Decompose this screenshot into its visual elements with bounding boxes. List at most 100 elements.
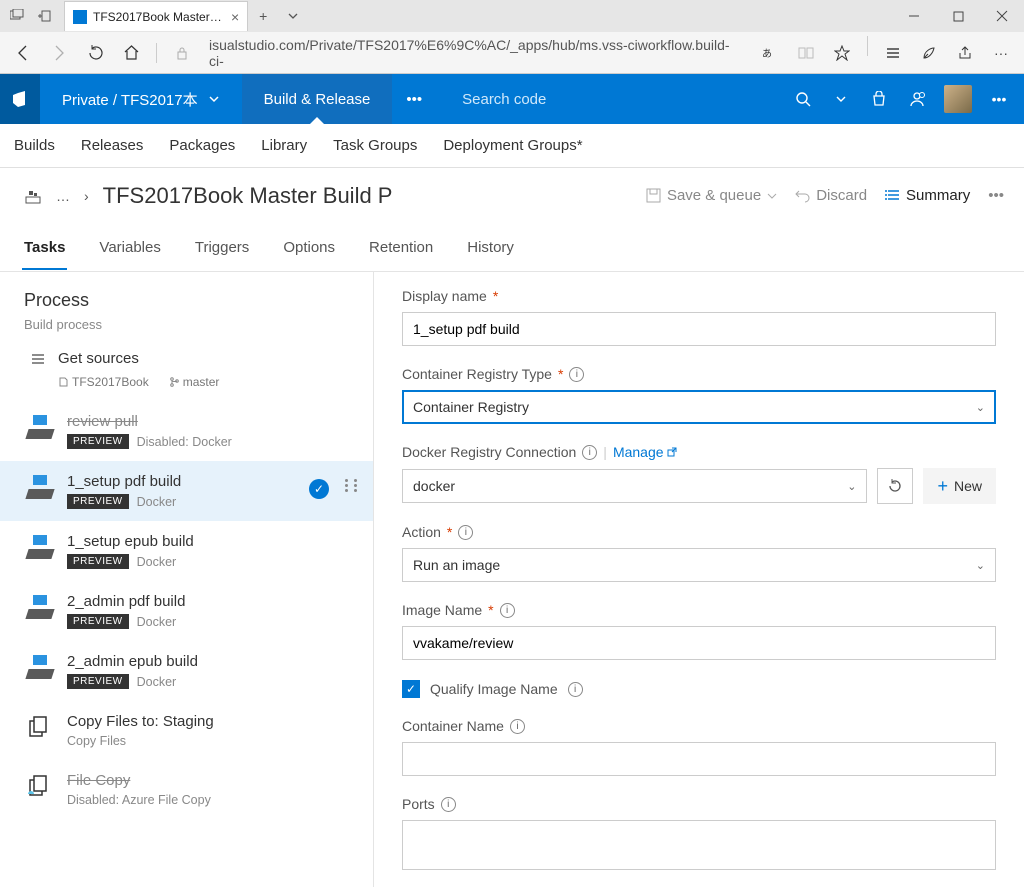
close-window-button[interactable] xyxy=(980,0,1024,32)
subnav-builds[interactable]: Builds xyxy=(14,137,55,154)
task-list-panel: Process Build process Get sources TFS201… xyxy=(0,272,374,887)
search-code-box[interactable] xyxy=(436,74,792,124)
tab-aside-icon[interactable] xyxy=(32,3,58,29)
project-breadcrumb[interactable]: Private / TFS2017本 xyxy=(40,74,242,124)
subnav-packages[interactable]: Packages xyxy=(169,137,235,154)
info-icon[interactable]: i xyxy=(500,603,515,618)
info-icon[interactable]: i xyxy=(441,797,456,812)
address-bar[interactable]: isualstudio.com/Private/TFS2017%E6%9C%AC… xyxy=(201,38,751,68)
task-item[interactable]: 1_setup pdf buildPREVIEWDocker✓ xyxy=(0,461,373,521)
home-button[interactable] xyxy=(114,36,148,70)
tab-history[interactable]: History xyxy=(465,227,516,268)
favorite-button[interactable] xyxy=(825,36,859,70)
field-qualify: ✓ Qualify Image Name i xyxy=(402,680,996,698)
task-item[interactable]: 1_setup epub buildPREVIEWDocker xyxy=(0,521,373,581)
info-icon[interactable]: i xyxy=(510,719,525,734)
nav-build-release[interactable]: Build & Release xyxy=(242,74,393,124)
search-chevron-icon[interactable] xyxy=(830,88,852,110)
registry-type-label: Container Registry Type xyxy=(402,366,552,382)
manage-link[interactable]: Manage xyxy=(613,444,677,460)
registry-type-select[interactable]: Container Registry ⌄ xyxy=(402,390,996,424)
person-icon[interactable] xyxy=(906,88,928,110)
tab-thumbs-icon[interactable] xyxy=(4,3,30,29)
subnav-deploymentgroups[interactable]: Deployment Groups* xyxy=(443,137,582,154)
app-more-icon[interactable]: ••• xyxy=(988,88,1010,110)
branch-badge: master xyxy=(169,375,220,389)
hub-button[interactable] xyxy=(876,36,910,70)
field-container-name: Container Name i xyxy=(402,718,996,776)
build-subnav: Builds Releases Packages Library Task Gr… xyxy=(0,124,1024,168)
field-image-name: Image Name * i xyxy=(402,602,996,660)
docker-icon xyxy=(27,475,55,499)
discard-button[interactable]: Discard xyxy=(795,187,867,204)
process-subtext: Build process xyxy=(24,317,349,332)
task-item[interactable]: 2_admin pdf buildPREVIEWDocker xyxy=(0,581,373,641)
tab-actions xyxy=(0,3,58,29)
subnav-taskgroups[interactable]: Task Groups xyxy=(333,137,417,154)
get-sources-node[interactable]: Get sources TFS2017Book master xyxy=(0,340,373,401)
process-heading: Process xyxy=(24,290,349,311)
user-avatar[interactable] xyxy=(944,85,972,113)
notes-button[interactable] xyxy=(912,36,946,70)
new-tab-button[interactable]: + xyxy=(248,8,278,24)
field-registry-type: Container Registry Type * i Container Re… xyxy=(402,366,996,424)
undo-icon xyxy=(795,188,810,203)
container-name-input[interactable] xyxy=(402,742,996,776)
tab-retention[interactable]: Retention xyxy=(367,227,435,268)
info-icon[interactable]: i xyxy=(568,682,583,697)
task-item[interactable]: Copy Files to: StagingCopy Files xyxy=(0,701,373,760)
share-button[interactable] xyxy=(948,36,982,70)
tab-menu-icon[interactable] xyxy=(278,10,308,22)
info-icon[interactable]: i xyxy=(569,367,584,382)
translate-icon[interactable]: あ xyxy=(753,36,787,70)
ports-textarea[interactable] xyxy=(402,820,996,870)
summary-button[interactable]: Summary xyxy=(885,187,970,204)
subnav-library[interactable]: Library xyxy=(261,137,307,154)
tab-variables[interactable]: Variables xyxy=(97,227,162,268)
preview-badge: PREVIEW xyxy=(67,494,129,509)
image-name-input[interactable] xyxy=(402,626,996,660)
tab-triggers[interactable]: Triggers xyxy=(193,227,251,268)
task-type: Docker xyxy=(137,675,177,689)
search-icon[interactable] xyxy=(792,88,814,110)
tab-tasks[interactable]: Tasks xyxy=(22,227,67,270)
breadcrumb-ellipsis[interactable]: … xyxy=(56,188,70,204)
refresh-conn-button[interactable] xyxy=(877,468,913,504)
reading-view-icon[interactable] xyxy=(789,36,823,70)
back-button[interactable] xyxy=(6,36,40,70)
task-item[interactable]: 2_admin epub buildPREVIEWDocker xyxy=(0,641,373,701)
docker-icon xyxy=(27,415,55,439)
marketplace-icon[interactable] xyxy=(868,88,890,110)
task-item[interactable]: review pullPREVIEWDisabled: Docker xyxy=(0,401,373,461)
save-queue-button[interactable]: Save & queue xyxy=(646,187,777,204)
new-conn-button[interactable]: +New xyxy=(923,468,996,504)
drag-handle-icon[interactable] xyxy=(341,473,357,492)
vsts-logo-icon[interactable] xyxy=(0,74,40,124)
forward-button[interactable] xyxy=(42,36,76,70)
browser-tab[interactable]: TFS2017Book Master Bu × xyxy=(64,1,248,31)
task-item[interactable]: File CopyDisabled: Azure File Copy xyxy=(0,760,373,819)
sources-icon xyxy=(32,353,48,365)
subnav-releases[interactable]: Releases xyxy=(81,137,144,154)
action-select[interactable]: Run an image ⌄ xyxy=(402,548,996,582)
registry-type-value: Container Registry xyxy=(413,399,529,415)
registry-conn-select[interactable]: docker ⌄ xyxy=(402,469,867,503)
task-type: Disabled: Azure File Copy xyxy=(67,793,211,807)
title-more-button[interactable]: ••• xyxy=(988,187,1004,204)
task-type: Docker xyxy=(137,495,177,509)
info-icon[interactable]: i xyxy=(458,525,473,540)
search-input[interactable] xyxy=(462,91,692,108)
nav-more-icon[interactable]: ••• xyxy=(392,74,436,124)
maximize-button[interactable] xyxy=(936,0,980,32)
info-icon[interactable]: i xyxy=(582,445,597,460)
tab-options[interactable]: Options xyxy=(281,227,337,268)
more-button[interactable]: ··· xyxy=(984,36,1018,70)
display-name-input[interactable] xyxy=(402,312,996,346)
copy-files-icon xyxy=(27,774,55,798)
process-header[interactable]: Process Build process xyxy=(0,272,373,340)
tab-close-icon[interactable]: × xyxy=(231,9,239,25)
refresh-button[interactable] xyxy=(78,36,112,70)
task-name: 1_setup pdf build xyxy=(67,473,297,490)
qualify-checkbox[interactable]: ✓ xyxy=(402,680,420,698)
minimize-button[interactable] xyxy=(892,0,936,32)
